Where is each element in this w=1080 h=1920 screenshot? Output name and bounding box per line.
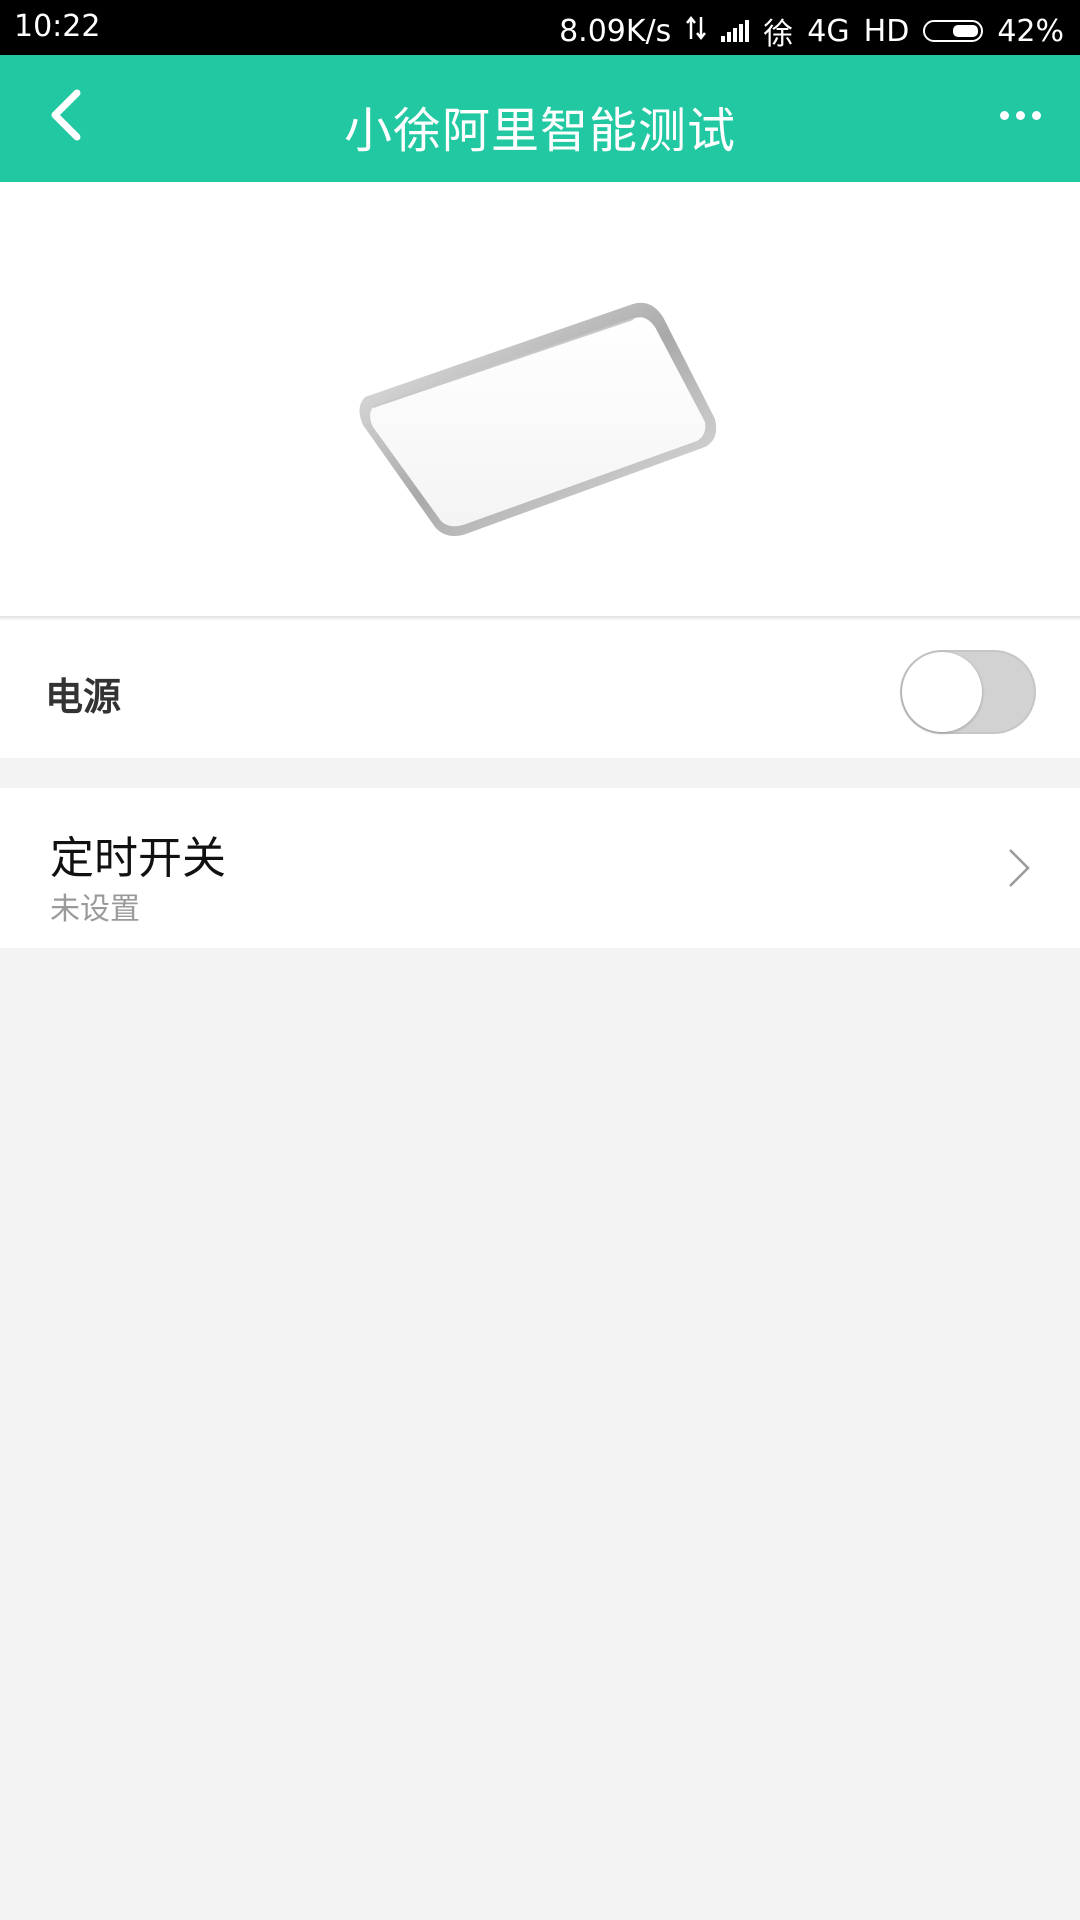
toggle-knob	[902, 652, 982, 732]
timer-status: 未设置	[50, 892, 140, 927]
power-row: 电源	[0, 620, 1080, 758]
hd-indicator: HD	[863, 13, 910, 49]
signal-icon	[721, 20, 750, 42]
chevron-right-icon	[1009, 849, 1030, 887]
power-toggle[interactable]	[900, 650, 1036, 734]
battery-percent: 42%	[997, 13, 1064, 49]
network-type: 4G	[807, 13, 850, 49]
network-speed: 8.09K/s	[559, 13, 672, 49]
timer-switch-row[interactable]: 定时开关 未设置	[0, 788, 1080, 948]
data-transfer-icon	[685, 14, 707, 49]
carrier-name: 徐	[763, 17, 794, 52]
battery-icon	[923, 20, 984, 42]
ceiling-light-image	[359, 302, 717, 536]
more-options-button[interactable]	[990, 95, 1050, 135]
status-indicators: 8.09K/s 徐 4G HD 42%	[559, 9, 1064, 53]
page-title: 小徐阿里智能测试	[343, 103, 736, 159]
status-bar: 10:22 8.09K/s 徐 4G HD 42%	[0, 0, 1080, 55]
status-time: 10:22	[14, 9, 101, 44]
power-label: 电源	[45, 675, 122, 719]
timer-title: 定时开关	[50, 833, 226, 884]
device-image-panel	[0, 182, 1080, 618]
app-header: 小徐阿里智能测试	[0, 55, 1080, 182]
more-dots-icon	[999, 110, 1009, 120]
